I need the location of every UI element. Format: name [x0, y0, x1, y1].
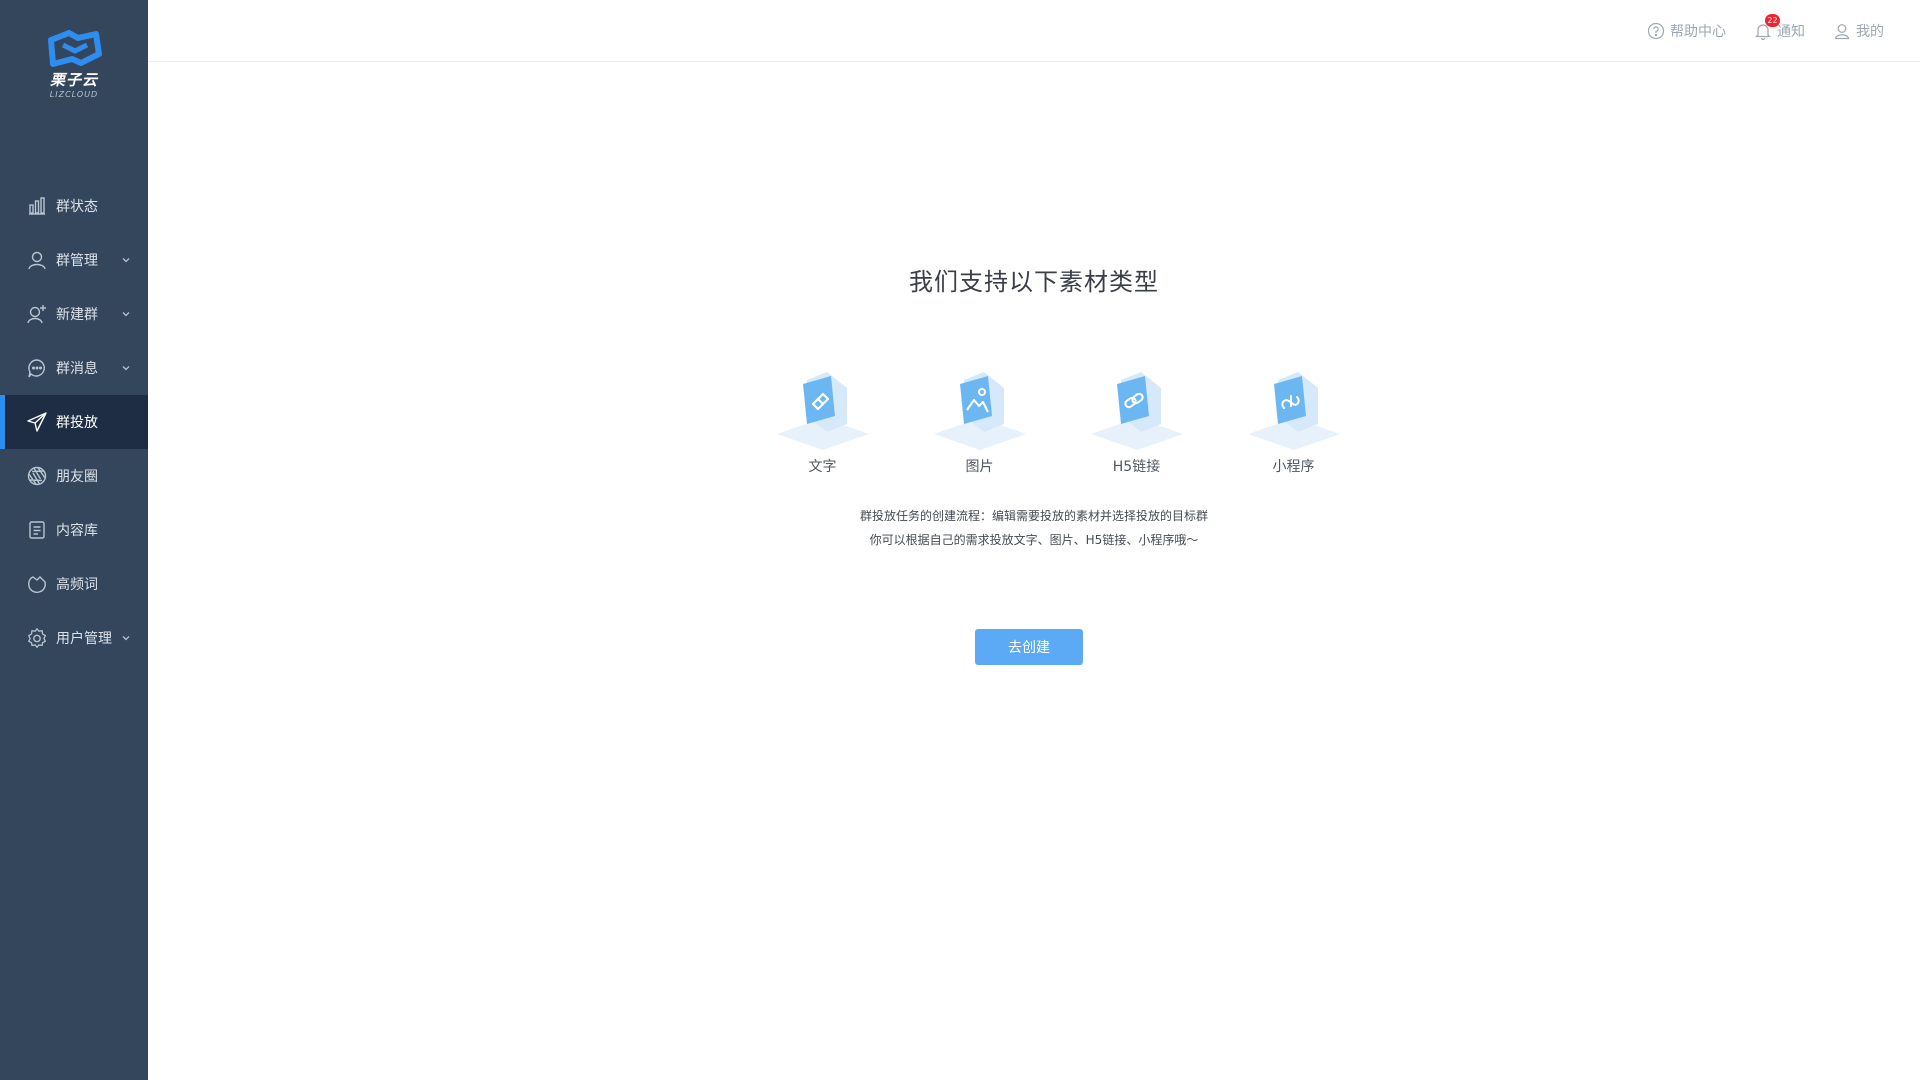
- description-line: 群投放任务的创建流程：编辑需要投放的素材并选择投放的目标群: [859, 509, 1208, 523]
- brand-subtitle: LIZCLOUD: [49, 90, 99, 99]
- page-title: 我们支持以下素材类型: [909, 268, 1159, 296]
- material-type-label: 文字: [808, 459, 837, 475]
- notification-link[interactable]: 22 通知: [1754, 14, 1805, 41]
- chevron-down-icon: [122, 636, 130, 641]
- sidebar: 栗子云 LIZCLOUD 群状态 群管理 新建群 群消息 群投放 朋友圈 内容库…: [0, 0, 148, 1080]
- material-type-label: 图片: [965, 459, 994, 475]
- help-center-label: 帮助中心: [1670, 24, 1726, 40]
- header-actions: 帮助中心 22 通知 我的: [1619, 14, 1884, 41]
- mini-program-icon: [1247, 372, 1340, 450]
- sidebar-item-user-manage[interactable]: 用户管理: [0, 611, 148, 665]
- aperture-icon: [26, 465, 48, 487]
- material-type-mini-program[interactable]: 小程序: [1215, 372, 1372, 476]
- sidebar-item-label: 用户管理: [56, 631, 112, 647]
- user-icon: [1834, 24, 1850, 40]
- top-header: 帮助中心 22 通知 我的: [148, 0, 1920, 62]
- brand-name: 栗子云: [49, 71, 98, 89]
- help-circle-icon: [1647, 22, 1665, 40]
- app-root: 栗子云 LIZCLOUD 群状态 群管理 新建群 群消息 群投放 朋友圈 内容库…: [0, 0, 1920, 1080]
- sidebar-item-moments[interactable]: 朋友圈: [0, 449, 148, 503]
- user-icon: [26, 249, 48, 271]
- notification-badge: 22: [1765, 14, 1780, 27]
- material-type-h5-link[interactable]: H5链接: [1058, 372, 1215, 476]
- bar-chart-icon: [26, 195, 48, 217]
- material-type-list: 文字 图片 H5链接 小程序: [744, 372, 1372, 476]
- sidebar-item-group-delivery[interactable]: 群投放: [0, 395, 148, 449]
- eraser-icon: [776, 372, 869, 450]
- chevron-down-icon: [122, 258, 130, 263]
- brand-logo[interactable]: 栗子云 LIZCLOUD: [0, 30, 148, 99]
- sidebar-item-group-status[interactable]: 群状态: [0, 179, 148, 233]
- sidebar-nav: 群状态 群管理 新建群 群消息 群投放 朋友圈 内容库 高频词 用户管理: [0, 179, 148, 665]
- link-icon: [1090, 372, 1183, 450]
- delivery-description: 群投放任务的创建流程：编辑需要投放的素材并选择投放的目标群 你可以根据自己的需求…: [148, 504, 1920, 552]
- sidebar-item-label: 群管理: [56, 253, 98, 269]
- sidebar-item-content-library[interactable]: 内容库: [0, 503, 148, 557]
- sidebar-item-group-message[interactable]: 群消息: [0, 341, 148, 395]
- sidebar-item-label: 新建群: [56, 307, 98, 323]
- sidebar-item-hot-words[interactable]: 高频词: [0, 557, 148, 611]
- create-button[interactable]: 去创建: [975, 629, 1083, 665]
- gear-icon: [26, 627, 48, 649]
- user-add-icon: [26, 303, 48, 325]
- chat-icon: [26, 357, 48, 379]
- description-line: 你可以根据自己的需求投放文字、图片、H5链接、小程序哦～: [869, 533, 1199, 547]
- material-type-text[interactable]: 文字: [744, 372, 901, 476]
- image-icon: [933, 372, 1026, 450]
- tag-icon: [26, 573, 48, 595]
- send-icon: [26, 411, 48, 433]
- my-account-label: 我的: [1856, 24, 1884, 40]
- chevron-down-icon: [122, 366, 130, 371]
- notification-label: 通知: [1777, 24, 1805, 40]
- sidebar-item-group-manage[interactable]: 群管理: [0, 233, 148, 287]
- material-type-label: H5链接: [1112, 459, 1161, 475]
- my-account-link[interactable]: 我的: [1833, 21, 1884, 41]
- sidebar-item-label: 内容库: [56, 523, 98, 539]
- brand-logo-icon: [48, 30, 102, 67]
- sidebar-item-label: 群消息: [56, 361, 98, 377]
- sidebar-item-label: 高频词: [56, 577, 98, 593]
- material-type-label: 小程序: [1272, 459, 1315, 475]
- sidebar-item-new-group[interactable]: 新建群: [0, 287, 148, 341]
- chevron-down-icon: [122, 312, 130, 317]
- sidebar-item-label: 朋友圈: [56, 469, 98, 485]
- document-icon: [26, 519, 48, 541]
- help-center-link[interactable]: 帮助中心: [1647, 21, 1726, 41]
- sidebar-item-label: 群状态: [56, 199, 98, 215]
- sidebar-item-label: 群投放: [56, 415, 98, 431]
- main-content: 我们支持以下素材类型 文字 图片 H5链接 小程序 群投放任务的创建流程：编辑需…: [148, 62, 1920, 1080]
- material-type-image[interactable]: 图片: [901, 372, 1058, 476]
